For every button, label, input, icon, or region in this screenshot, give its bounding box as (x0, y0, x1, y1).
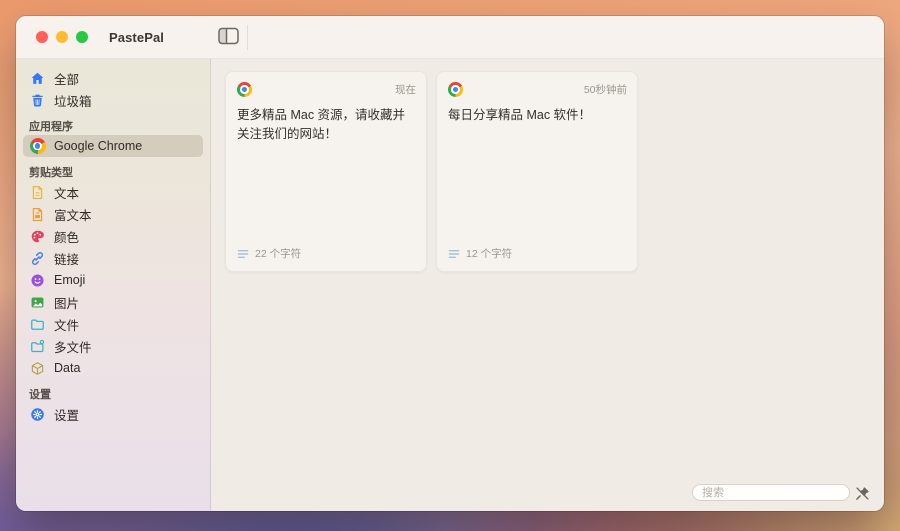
sidebar-item-label: 颜色 (54, 230, 80, 245)
window-controls (36, 31, 88, 43)
zoom-button[interactable] (76, 31, 88, 43)
char-count: 12 个字符 (466, 248, 513, 260)
window-title: PastePal (109, 29, 165, 45)
card-timestamp: 50秒钟前 (583, 84, 627, 96)
clipboard-card[interactable]: 现在 更多精品 Mac 资源，请收藏并关注我们的网站！ 22 个字符 (225, 71, 427, 272)
text-lines-icon (448, 249, 460, 259)
trash-icon (29, 92, 46, 109)
image-icon (29, 294, 46, 311)
sidebar-item-label: Google Chrome (54, 139, 143, 153)
settings-gear-icon (29, 406, 46, 423)
sidebar-item-data[interactable]: Data (23, 357, 203, 379)
sidebar-item-file[interactable]: 文件 (23, 313, 203, 335)
sidebar-item-label: 图片 (54, 296, 80, 311)
sidebar: 全部 垃圾箱 应用程序 Google Chrome 剪贴类型 文本 富文本 颜色… (16, 59, 211, 511)
sidebar-section-clip-types: 剪贴类型 (29, 167, 73, 179)
sidebar-item-label: 链接 (54, 252, 80, 267)
text-lines-icon (237, 249, 249, 259)
char-count: 22 个字符 (255, 248, 302, 260)
folder-icon (29, 316, 46, 333)
close-button[interactable] (36, 31, 48, 43)
card-text: 更多精品 Mac 资源，请收藏并关注我们的网站！ (237, 108, 406, 142)
link-icon (29, 250, 46, 267)
card-timestamp: 现在 (395, 84, 416, 96)
cube-icon (29, 360, 46, 377)
sidebar-item-link[interactable]: 链接 (23, 247, 203, 269)
sidebar-item-label: Data (54, 361, 81, 375)
title-bar: PastePal (16, 16, 884, 59)
sidebar-item-label: Emoji (54, 273, 86, 287)
sidebar-item-emoji[interactable]: Emoji (23, 269, 203, 291)
card-text: 每日分享精品 Mac 软件！ (448, 108, 592, 122)
emoji-icon (29, 272, 46, 289)
sidebar-item-multi-file[interactable]: 多文件 (23, 335, 203, 357)
sidebar-item-image[interactable]: 图片 (23, 291, 203, 313)
clipboard-card[interactable]: 50秒钟前 每日分享精品 Mac 软件！ 12 个字符 (436, 71, 638, 272)
sidebar-toggle-button[interactable] (217, 27, 239, 47)
sidebar-item-label: 文件 (54, 318, 80, 333)
rich-text-document-icon (29, 206, 46, 223)
sidebar-item-label: 设置 (54, 408, 80, 423)
house-icon (29, 70, 46, 87)
pin-slash-icon (854, 485, 873, 502)
text-document-icon (29, 184, 46, 201)
toolbar-divider (247, 25, 248, 50)
multi-folder-icon (29, 338, 46, 355)
sidebar-item-text[interactable]: 文本 (23, 181, 203, 203)
sidebar-item-label: 多文件 (54, 340, 92, 355)
card-footer: 22 个字符 (237, 246, 301, 261)
sidebar-item-label: 文本 (54, 186, 80, 201)
search-input[interactable] (692, 484, 850, 501)
sidebar-item-google-chrome[interactable]: Google Chrome (23, 135, 203, 157)
sidebar-toggle-icon (217, 27, 239, 48)
sidebar-item-rich-text[interactable]: 富文本 (23, 203, 203, 225)
color-palette-icon (29, 228, 46, 245)
pin-filter-button[interactable] (854, 484, 873, 503)
chrome-icon (448, 82, 463, 97)
sidebar-item-color[interactable]: 颜色 (23, 225, 203, 247)
sidebar-item-all[interactable]: 全部 (23, 67, 203, 89)
sidebar-section-applications: 应用程序 (29, 121, 73, 133)
sidebar-item-label: 全部 (54, 72, 80, 87)
card-footer: 12 个字符 (448, 246, 512, 261)
minimize-button[interactable] (56, 31, 68, 43)
chrome-icon (237, 82, 252, 97)
clipboard-grid: 现在 更多精品 Mac 资源，请收藏并关注我们的网站！ 22 个字符 50秒钟前… (211, 59, 884, 511)
sidebar-item-label: 富文本 (54, 208, 92, 223)
sidebar-item-label: 垃圾箱 (54, 94, 92, 109)
sidebar-item-settings[interactable]: 设置 (23, 403, 203, 425)
chrome-icon (29, 138, 46, 155)
sidebar-section-settings: 设置 (29, 389, 51, 401)
sidebar-item-trash[interactable]: 垃圾箱 (23, 89, 203, 111)
pastepal-window: PastePal 全部 垃圾箱 应用程序 Google Chrome 剪贴类型 … (16, 16, 884, 511)
